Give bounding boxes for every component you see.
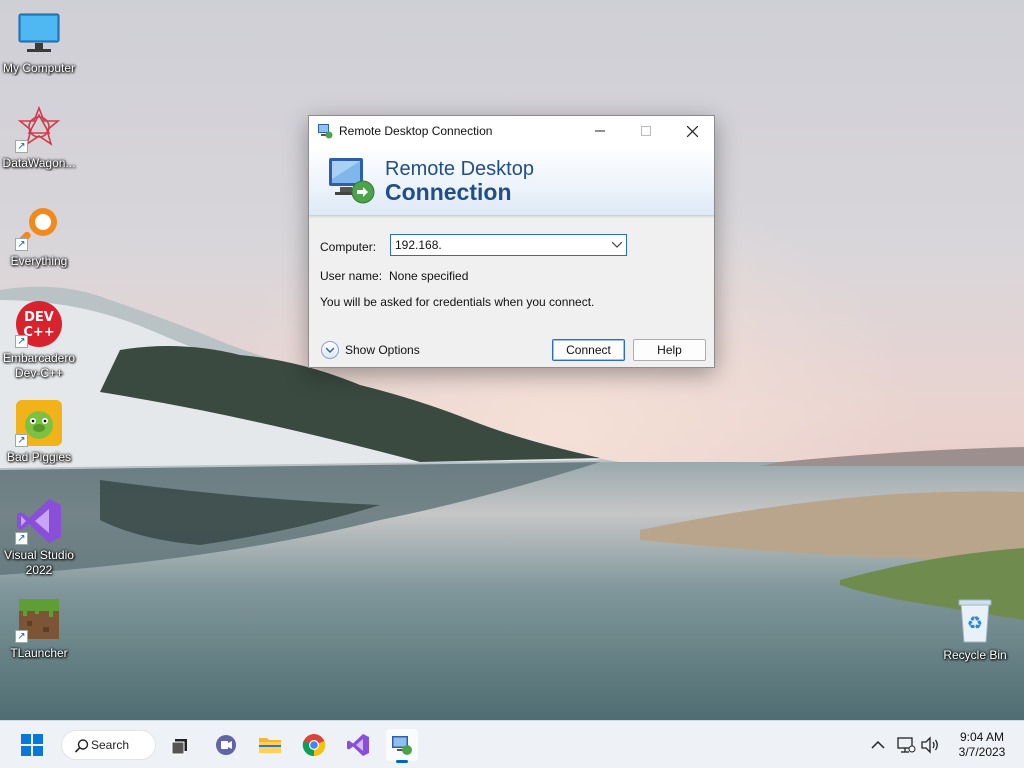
shortcut-arrow-icon: ↗ — [15, 532, 28, 545]
start-button[interactable] — [16, 729, 48, 761]
user-name-label: User name: — [320, 269, 383, 283]
computer-label: Computer: — [320, 240, 377, 254]
chrome-button[interactable] — [298, 729, 330, 761]
clock-time: 9:04 AM — [959, 730, 1005, 744]
show-options-label[interactable]: Show Options — [345, 343, 420, 357]
show-options-toggle[interactable]: Show Options — [321, 341, 420, 359]
shortcut-arrow-icon: ↗ — [15, 630, 28, 643]
close-icon — [686, 125, 698, 137]
user-name-value: None specified — [389, 269, 469, 283]
maximize-button — [623, 116, 669, 146]
desktop-icon-label: My Computer — [2, 61, 76, 75]
credentials-note: You will be asked for credentials when y… — [320, 295, 595, 309]
banner-title-line2: Connection — [385, 179, 512, 205]
svg-text:DEV: DEV — [24, 310, 54, 325]
computer-input[interactable]: 192.168. — [391, 238, 608, 252]
remote-desktop-window: Remote Desktop Connection Remote Desktop… — [308, 115, 715, 368]
desktop-icon-my-computer[interactable]: My Computer — [0, 10, 78, 76]
task-view-button[interactable] — [164, 729, 196, 761]
windows-logo-icon — [21, 734, 43, 756]
close-button[interactable] — [669, 116, 715, 146]
magnifier-icon: ↗ — [15, 203, 63, 251]
monitor-icon — [15, 10, 63, 58]
search-icon — [74, 739, 89, 753]
desktop-icon-visual-studio[interactable]: ↗ Visual Studio 2022 — [0, 497, 78, 578]
volume-button[interactable] — [914, 729, 946, 761]
visual-studio-icon: ↗ — [15, 497, 63, 545]
desktop-icon-label: TLauncher — [10, 646, 68, 660]
visual-studio-button[interactable] — [342, 729, 374, 761]
connect-button[interactable]: Connect — [552, 339, 625, 361]
search-label: Search — [91, 738, 130, 752]
rdp-app-icon — [318, 124, 333, 139]
expand-chevron-icon[interactable] — [321, 341, 339, 359]
chevron-down-icon[interactable] — [608, 240, 626, 251]
dialog-body: Computer: 192.168. User name: None speci… — [309, 219, 714, 367]
title-bar[interactable]: Remote Desktop Connection — [309, 116, 714, 146]
desktop-icon-label: Embarcadero Dev-C++ — [2, 351, 76, 380]
window-title: Remote Desktop Connection — [339, 124, 493, 138]
minimize-button[interactable] — [577, 116, 623, 146]
task-view-icon — [171, 739, 187, 755]
remote-desktop-taskbar-button[interactable] — [386, 729, 418, 763]
rdp-logo-icon — [329, 158, 375, 204]
shortcut-arrow-icon: ↗ — [15, 140, 28, 153]
chrome-icon — [302, 734, 326, 757]
desktop-icon-tlauncher[interactable]: ↗ TLauncher — [0, 595, 78, 661]
computer-combobox[interactable]: 192.168. — [390, 234, 627, 256]
shortcut-arrow-icon: ↗ — [15, 434, 28, 447]
help-button[interactable]: Help — [633, 339, 706, 361]
devcpp-icon: DEV C++ ↗ — [15, 300, 63, 348]
rdp-app-icon — [392, 736, 412, 755]
shortcut-arrow-icon: ↗ — [15, 238, 28, 251]
desktop-icon-label: Everything — [10, 254, 68, 268]
bad-piggies-icon: ↗ — [15, 399, 63, 447]
desktop-icon-recycle-bin[interactable]: ♻ Recycle Bin — [936, 597, 1014, 663]
shortcut-arrow-icon: ↗ — [15, 335, 28, 348]
desktop-icon-everything[interactable]: ↗ Everything — [0, 203, 78, 269]
maximize-icon — [641, 126, 651, 136]
clock[interactable]: 9:04 AM 3/7/2023 — [944, 730, 1020, 760]
folder-icon — [259, 738, 281, 753]
clock-date: 3/7/2023 — [958, 745, 1006, 759]
minecraft-block-icon: ↗ — [15, 595, 63, 643]
svg-text:C++: C++ — [23, 325, 54, 340]
datawagon-icon: ↗ — [15, 105, 63, 153]
recycle-bin-icon: ♻ — [951, 597, 999, 645]
chevron-up-icon — [871, 740, 885, 749]
banner: Remote Desktop Connection — [309, 146, 714, 216]
active-indicator — [396, 760, 408, 763]
file-explorer-button[interactable] — [254, 729, 286, 761]
desktop-icon-label: Visual Studio 2022 — [4, 548, 74, 577]
banner-title-line1: Remote Desktop — [385, 158, 534, 180]
teams-chat-icon — [216, 735, 236, 755]
chat-button[interactable] — [210, 729, 242, 761]
minimize-icon — [595, 130, 605, 132]
desktop-icon-dev-cpp[interactable]: DEV C++ ↗ Embarcadero Dev-C++ — [0, 300, 78, 381]
desktop-icon-label: DataWagon... — [2, 156, 76, 170]
svg-text:♻: ♻ — [967, 613, 983, 634]
taskbar-search[interactable]: Search — [61, 730, 156, 760]
taskbar: Search 9:04 AM 3/7/2023 — [0, 720, 1024, 768]
desktop-icon-datawagon[interactable]: ↗ DataWagon... — [0, 105, 78, 171]
desktop-icon-label: Bad Piggies — [6, 450, 72, 464]
speaker-icon — [921, 736, 938, 754]
desktop-icon-label: Recycle Bin — [943, 648, 1007, 662]
desktop-icon-bad-piggies[interactable]: ↗ Bad Piggies — [0, 399, 78, 465]
visual-studio-icon — [347, 734, 369, 756]
